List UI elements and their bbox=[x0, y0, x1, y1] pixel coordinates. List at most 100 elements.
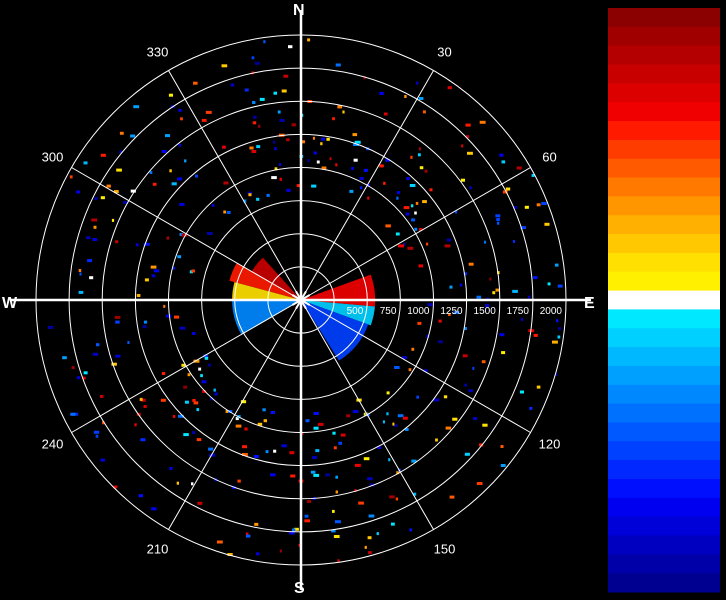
scatter-return bbox=[464, 383, 467, 387]
scatter-return bbox=[136, 294, 141, 297]
colorbar-label: -8.00m/s bbox=[608, 522, 647, 533]
scatter-return bbox=[379, 164, 384, 168]
scatter-return bbox=[201, 118, 207, 122]
colorbar-label: -1.33m/s bbox=[608, 334, 647, 345]
angle-label-210: 210 bbox=[147, 542, 169, 557]
scatter-return bbox=[459, 283, 463, 287]
scatter-return bbox=[383, 181, 386, 185]
scatter-return bbox=[449, 285, 453, 289]
scatter-return bbox=[262, 408, 266, 412]
scatter-return bbox=[351, 167, 354, 170]
scatter-return bbox=[274, 147, 277, 151]
colorbar-label: 4.67m/s bbox=[608, 164, 644, 175]
scatter-return bbox=[273, 449, 277, 453]
scatter-return bbox=[376, 532, 379, 536]
polar-plot: 500 750 1000 1250 1500 1750 2000 30 60 120 150 210… bbox=[11, 10, 591, 590]
scatter-return bbox=[410, 204, 414, 208]
scatter-return bbox=[204, 356, 209, 360]
scatter-return bbox=[446, 238, 451, 242]
scatter-return bbox=[161, 372, 166, 375]
scatter-return bbox=[352, 410, 359, 413]
scatter-return bbox=[263, 419, 267, 423]
scatter-return bbox=[192, 332, 196, 335]
colorbar-label: 8.00m/s bbox=[608, 70, 644, 81]
scatter-return bbox=[270, 411, 275, 414]
scatter-return bbox=[163, 304, 166, 308]
scatter-return bbox=[251, 150, 257, 153]
scatter-return bbox=[71, 366, 75, 370]
scatter-return bbox=[254, 61, 260, 65]
scatter-return bbox=[172, 415, 176, 418]
scatter-return bbox=[160, 398, 166, 402]
radial-line bbox=[168, 299, 302, 530]
scatter-return bbox=[389, 495, 395, 499]
scatter-return bbox=[414, 211, 417, 215]
scatter-return bbox=[415, 201, 419, 205]
scatter-return bbox=[495, 214, 501, 218]
scatter-return bbox=[91, 218, 98, 222]
scatter-return bbox=[151, 274, 156, 278]
scatter-return bbox=[499, 333, 505, 337]
scatter-return bbox=[143, 405, 147, 408]
scatter-return bbox=[253, 455, 259, 458]
scatter-return bbox=[524, 205, 529, 209]
scatter-return bbox=[161, 150, 167, 153]
scatter-return bbox=[144, 278, 149, 282]
scatter-return bbox=[253, 115, 257, 119]
colorbar-label: 0.67m/s bbox=[608, 277, 644, 288]
scatter-return bbox=[184, 159, 187, 163]
scatter-return bbox=[452, 417, 458, 421]
scatter-return bbox=[230, 83, 235, 87]
scatter-return bbox=[115, 240, 119, 244]
scatter-return bbox=[226, 211, 231, 214]
scatter-return bbox=[354, 463, 361, 467]
scatter-return bbox=[500, 445, 504, 448]
scatter-return bbox=[316, 160, 320, 164]
scatter-return bbox=[292, 528, 296, 532]
scatter-return bbox=[47, 325, 54, 329]
scatter-return bbox=[311, 184, 317, 188]
scatter-return bbox=[424, 169, 428, 173]
scatter-return bbox=[100, 153, 106, 157]
scatter-return bbox=[416, 395, 419, 399]
scatter-return bbox=[281, 444, 287, 448]
scatter-return bbox=[312, 456, 317, 459]
scatter-return bbox=[165, 134, 170, 138]
range-label: 1250 bbox=[440, 306, 463, 317]
scatter-return bbox=[177, 177, 183, 181]
scatter-return bbox=[213, 388, 216, 392]
scatter-return bbox=[115, 320, 120, 324]
scatter-return bbox=[85, 236, 91, 240]
scatter-return bbox=[519, 390, 524, 394]
scatter-return bbox=[249, 146, 254, 150]
scatter-return bbox=[557, 327, 562, 331]
colorbar-label: 2.67m/s bbox=[608, 221, 644, 232]
range-label: 750 bbox=[380, 306, 397, 317]
scatter-return bbox=[481, 360, 486, 364]
scatter-return bbox=[244, 427, 248, 431]
scatter-return bbox=[95, 434, 99, 438]
colorbar-label: -4.00m/s bbox=[608, 409, 647, 420]
scatter-return bbox=[333, 446, 337, 450]
colorbar-label: -3.33m/s bbox=[608, 390, 647, 401]
scatter-return bbox=[127, 341, 130, 344]
scatter-return bbox=[151, 507, 157, 511]
west-label: W bbox=[2, 295, 18, 312]
scatter-return bbox=[279, 119, 285, 122]
scatter-return bbox=[367, 196, 370, 200]
scatter-return bbox=[216, 540, 223, 544]
scatter-return bbox=[419, 166, 424, 170]
scatter-return bbox=[254, 522, 259, 526]
scatter-return bbox=[174, 315, 180, 319]
scatter-return bbox=[403, 416, 408, 420]
scatter-return bbox=[468, 262, 474, 266]
scatter-return bbox=[152, 182, 157, 186]
scatter-return bbox=[379, 91, 384, 95]
scatter-return bbox=[191, 482, 194, 486]
angle-label-330: 330 bbox=[147, 45, 169, 60]
scatter-return bbox=[313, 151, 317, 155]
scatter-return bbox=[288, 45, 293, 49]
radial-line bbox=[300, 167, 531, 301]
scatter-return bbox=[438, 319, 442, 323]
scatter-return bbox=[184, 400, 189, 404]
